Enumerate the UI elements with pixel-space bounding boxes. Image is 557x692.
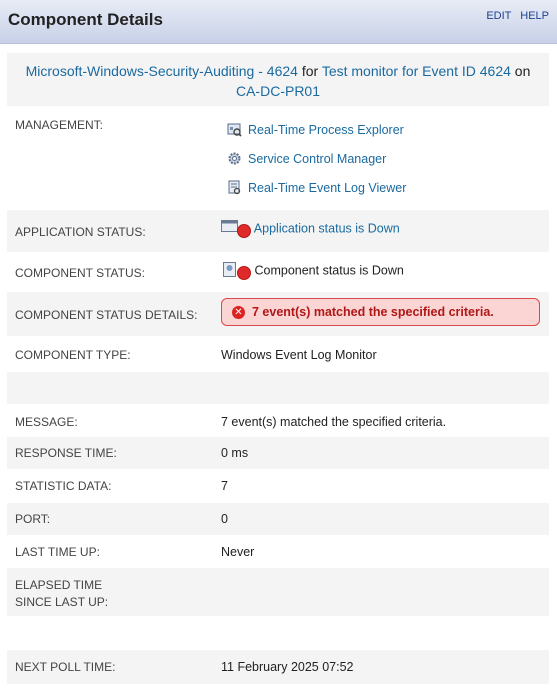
response-time-value: 0 ms (221, 446, 249, 460)
management-label: MANAGEMENT: (15, 118, 104, 132)
mgmt-event-log[interactable]: Real-Time Event Log Viewer (227, 180, 406, 195)
elapsed-time-label-line1: ELAPSED TIME (15, 578, 103, 592)
statistic-data-value: 7 (221, 479, 228, 493)
response-time-row: RESPONSE TIME: 0 ms (7, 437, 549, 469)
component-status-text: Component status is Down (254, 263, 404, 278)
next-poll-time-value: 11 February 2025 07:52 (221, 660, 354, 674)
elapsed-time-label-line2: SINCE LAST UP: (15, 595, 109, 609)
port-label: PORT: (15, 512, 51, 526)
status-details-label: COMPONENT STATUS DETAILS: (15, 308, 198, 322)
last-time-up-label: LAST TIME UP: (15, 545, 100, 559)
port-row: PORT: 0 (7, 503, 549, 535)
status-details-row: COMPONENT STATUS DETAILS: ✕ 7 event(s) m… (7, 292, 549, 336)
on-text: on (514, 63, 531, 79)
edit-link[interactable]: EDIT (486, 10, 511, 22)
header-links: EDIT HELP (480, 10, 549, 22)
next-poll-time-label: NEXT POLL TIME: (15, 660, 116, 674)
node-link[interactable]: CA-DC-PR01 (236, 83, 320, 99)
panel-header: Component Details EDIT HELP (0, 0, 557, 44)
blank-row (7, 372, 549, 404)
status-details-text: 7 event(s) matched the specified criteri… (252, 305, 494, 319)
gear-icon (228, 152, 241, 165)
for-text: for (301, 63, 319, 79)
event-log-link[interactable]: Real-Time Event Log Viewer (248, 181, 406, 195)
component-status-label: COMPONENT STATUS: (15, 266, 146, 280)
component-type-row: COMPONENT TYPE: Windows Event Log Monito… (7, 338, 549, 370)
statistic-data-label: STATISTIC DATA: (15, 479, 112, 493)
last-time-up-row: LAST TIME UP: Never (7, 536, 549, 568)
statistic-data-row: STATISTIC DATA: 7 (7, 470, 549, 502)
process-explorer-link[interactable]: Real-Time Process Explorer (248, 123, 404, 137)
panel-title: Component Details (8, 10, 163, 29)
component-status-row: COMPONENT STATUS: Component status is Do… (7, 254, 549, 290)
component-link[interactable]: Microsoft-Windows-Security-Auditing - 46… (26, 63, 298, 79)
component-type-value: Windows Event Log Monitor (221, 348, 377, 362)
help-link[interactable]: HELP (520, 10, 549, 22)
mgmt-service-control[interactable]: Service Control Manager (227, 151, 386, 166)
application-down-icon (221, 220, 251, 238)
application-status-row: APPLICATION STATUS: Application status i… (7, 210, 549, 252)
port-value: 0 (221, 512, 228, 526)
component-summary: Microsoft-Windows-Security-Auditing - 46… (7, 53, 549, 106)
monitor-link[interactable]: Test monitor for Event ID 4624 (322, 63, 511, 79)
elapsed-time-row: ELAPSED TIME SINCE LAST UP: (7, 568, 549, 616)
management-row: MANAGEMENT: Real-Time Process Explorer S… (7, 108, 549, 208)
application-status-label: APPLICATION STATUS: (15, 225, 146, 239)
service-control-link[interactable]: Service Control Manager (248, 152, 386, 166)
message-label: MESSAGE: (15, 415, 78, 429)
message-value: 7 event(s) matched the specified criteri… (221, 415, 447, 429)
next-poll-time-row: NEXT POLL TIME: 11 February 2025 07:52 (7, 650, 549, 684)
process-explorer-icon (227, 123, 242, 137)
component-type-label: COMPONENT TYPE: (15, 348, 131, 362)
event-log-icon (228, 180, 241, 195)
response-time-label: RESPONSE TIME: (15, 446, 117, 460)
message-row: MESSAGE: 7 event(s) matched the specifie… (7, 406, 549, 438)
mgmt-process-explorer[interactable]: Real-Time Process Explorer (227, 122, 404, 137)
status-details-alert: ✕ 7 event(s) matched the specified crite… (221, 298, 540, 326)
last-time-up-value: Never (221, 545, 255, 559)
component-down-icon (221, 262, 251, 280)
error-icon: ✕ (232, 305, 245, 319)
application-status-link[interactable]: Application status is Down (254, 221, 400, 235)
